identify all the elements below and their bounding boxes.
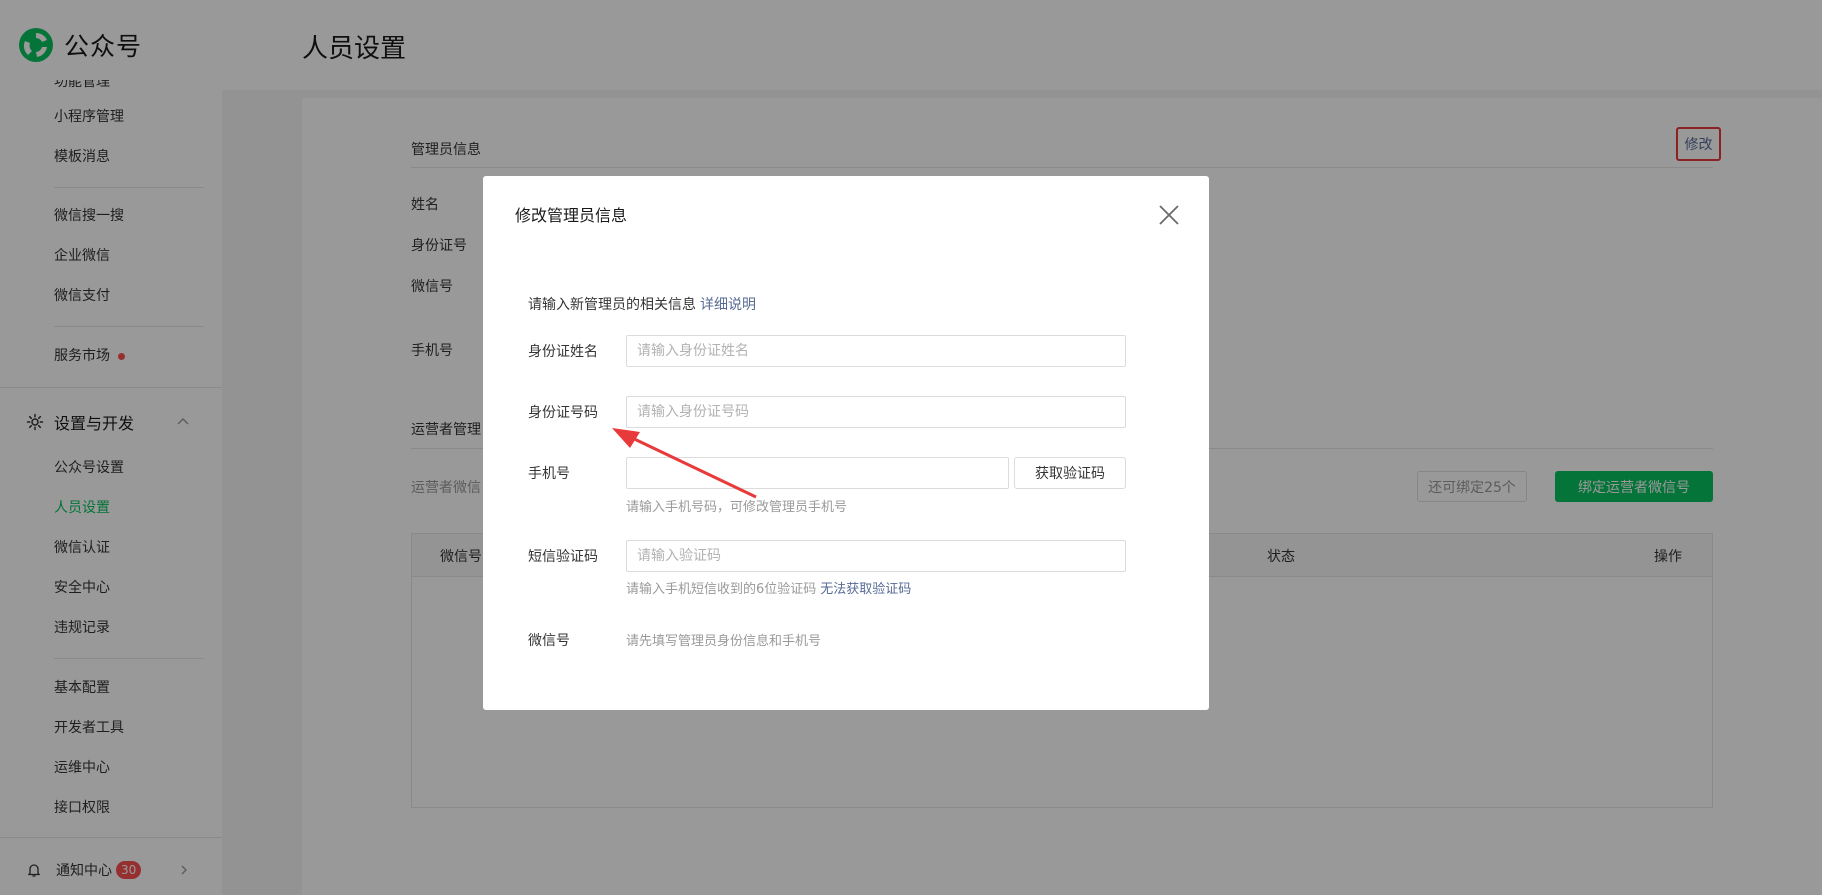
get-code-button[interactable]: 获取验证码 (1014, 457, 1126, 489)
close-icon[interactable] (1156, 202, 1182, 228)
sms-hint: 请输入手机短信收到的6位验证码 无法获取验证码 (626, 578, 911, 597)
dialog-intro-text: 请输入新管理员的相关信息 (528, 297, 696, 313)
id-number-input[interactable] (626, 396, 1126, 428)
phone-input[interactable] (626, 457, 1009, 489)
id-name-input[interactable] (626, 335, 1126, 367)
edit-admin-dialog: 修改管理员信息 请输入新管理员的相关信息详细说明 身份证姓名 身份证号码 手机号… (483, 176, 1209, 710)
phone-label: 手机号 (528, 466, 570, 482)
id-name-label: 身份证姓名 (528, 344, 598, 360)
sms-hint-text: 请输入手机短信收到的6位验证码 (626, 582, 817, 597)
dialog-title: 修改管理员信息 (515, 206, 628, 225)
details-link[interactable]: 详细说明 (700, 297, 756, 313)
sms-code-label: 短信验证码 (528, 549, 598, 565)
dialog-intro: 请输入新管理员的相关信息 详细说明 (528, 294, 756, 314)
phone-hint: 请输入手机号码，可修改管理员手机号 (626, 500, 848, 515)
wechat-id-hint: 请先填写管理员身份信息和手机号 (626, 634, 822, 649)
sms-code-input[interactable] (626, 540, 1126, 572)
cannot-get-code-link[interactable]: 无法获取验证码 (820, 582, 911, 597)
id-number-label: 身份证号码 (528, 405, 598, 421)
wechat-id-label: 微信号 (528, 633, 570, 649)
